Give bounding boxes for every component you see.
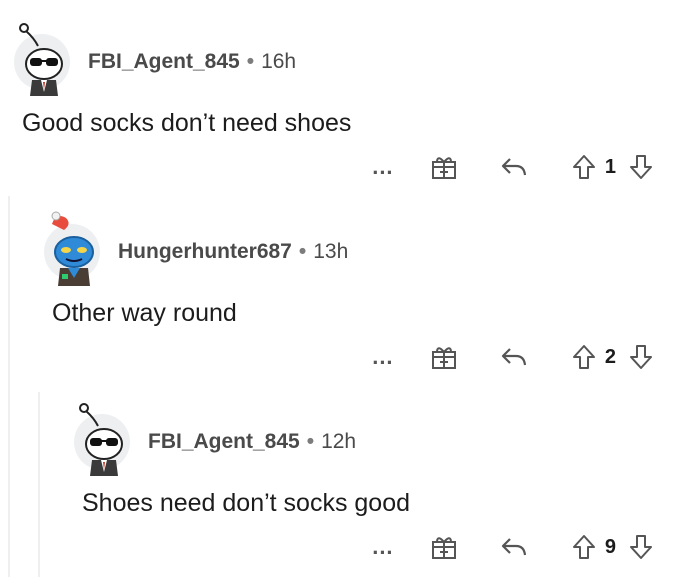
reply-arrow-icon[interactable] (499, 342, 529, 372)
comment-age[interactable]: 13h (313, 240, 348, 264)
downvote-arrow-icon[interactable] (626, 532, 656, 562)
reply-arrow-icon[interactable] (499, 152, 529, 182)
upvote-arrow-icon[interactable] (569, 342, 599, 372)
comment-header: Hungerhunter687 • 13h (44, 211, 348, 286)
comment-age[interactable]: 16h (261, 50, 296, 74)
avatar[interactable] (44, 211, 100, 286)
gift-award-icon[interactable] (429, 532, 459, 562)
comment-text: Good socks don’t need shoes (22, 109, 352, 137)
more-options-button[interactable]: ... (363, 346, 403, 368)
meta-separator: • (246, 50, 255, 73)
comment-actions: ... 1 (363, 152, 656, 182)
username[interactable]: FBI_Agent_845 (148, 430, 300, 454)
upvote-arrow-icon[interactable] (569, 532, 599, 562)
comment-actions: ... 9 (363, 532, 656, 562)
thread-line-level-1[interactable] (8, 196, 10, 577)
comment-text: Other way round (52, 299, 237, 327)
thread-line-level-2[interactable] (38, 392, 40, 577)
downvote-arrow-icon[interactable] (626, 152, 656, 182)
upvote-arrow-icon[interactable] (569, 152, 599, 182)
more-options-button[interactable]: ... (363, 156, 403, 178)
downvote-arrow-icon[interactable] (626, 342, 656, 372)
sunglasses-snoo-icon (79, 403, 123, 476)
vote-count: 9 (604, 535, 616, 558)
meta-separator: • (298, 240, 307, 263)
comment-actions: ... 2 (363, 342, 656, 372)
comment-header: FBI_Agent_845 • 16h (14, 23, 296, 96)
avatar[interactable] (14, 23, 70, 96)
avatar[interactable] (74, 403, 130, 476)
meta-separator: • (306, 430, 315, 453)
comment-text: Shoes need don’t socks good (82, 489, 411, 517)
more-options-button[interactable]: ... (363, 536, 403, 558)
reply-arrow-icon[interactable] (499, 532, 529, 562)
username[interactable]: FBI_Agent_845 (88, 50, 240, 74)
sunglasses-snoo-icon (19, 23, 63, 96)
comment-header: FBI_Agent_845 • 12h (74, 403, 356, 476)
blue-snoo-icon (51, 211, 94, 286)
vote-count: 2 (604, 345, 616, 368)
comment-age[interactable]: 12h (321, 430, 356, 454)
vote-count: 1 (604, 155, 616, 178)
gift-award-icon[interactable] (429, 342, 459, 372)
gift-award-icon[interactable] (429, 152, 459, 182)
username[interactable]: Hungerhunter687 (118, 240, 292, 264)
